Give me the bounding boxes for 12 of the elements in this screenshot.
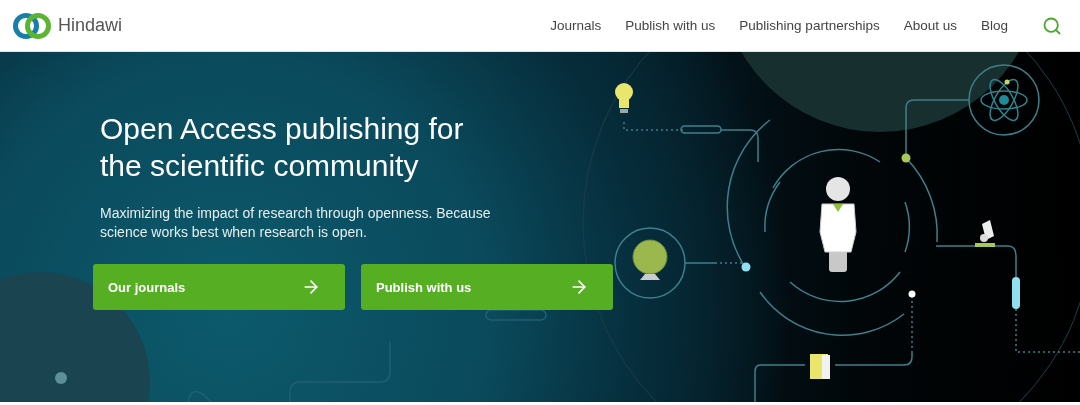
logo-icon	[12, 11, 52, 40]
endpoint-dot-icon	[55, 372, 67, 384]
search-button[interactable]	[1042, 15, 1062, 36]
hero-title: Open Access publishing for the scientific community	[100, 111, 465, 184]
nav-link[interactable]: Publishing partnerships	[739, 18, 880, 33]
nav-link[interactable]: Publish with us	[625, 18, 716, 33]
nav-link[interactable]: Journals	[550, 18, 602, 33]
search-icon	[1042, 15, 1062, 36]
nav-link[interactable]: Blog	[980, 18, 1008, 33]
logo-text[interactable]: Hindawi	[58, 15, 123, 36]
hero-subtitle: Maximizing the impact of research through openness. Because science works best when research is open.	[100, 204, 492, 242]
nav-link[interactable]: About us	[903, 18, 957, 33]
